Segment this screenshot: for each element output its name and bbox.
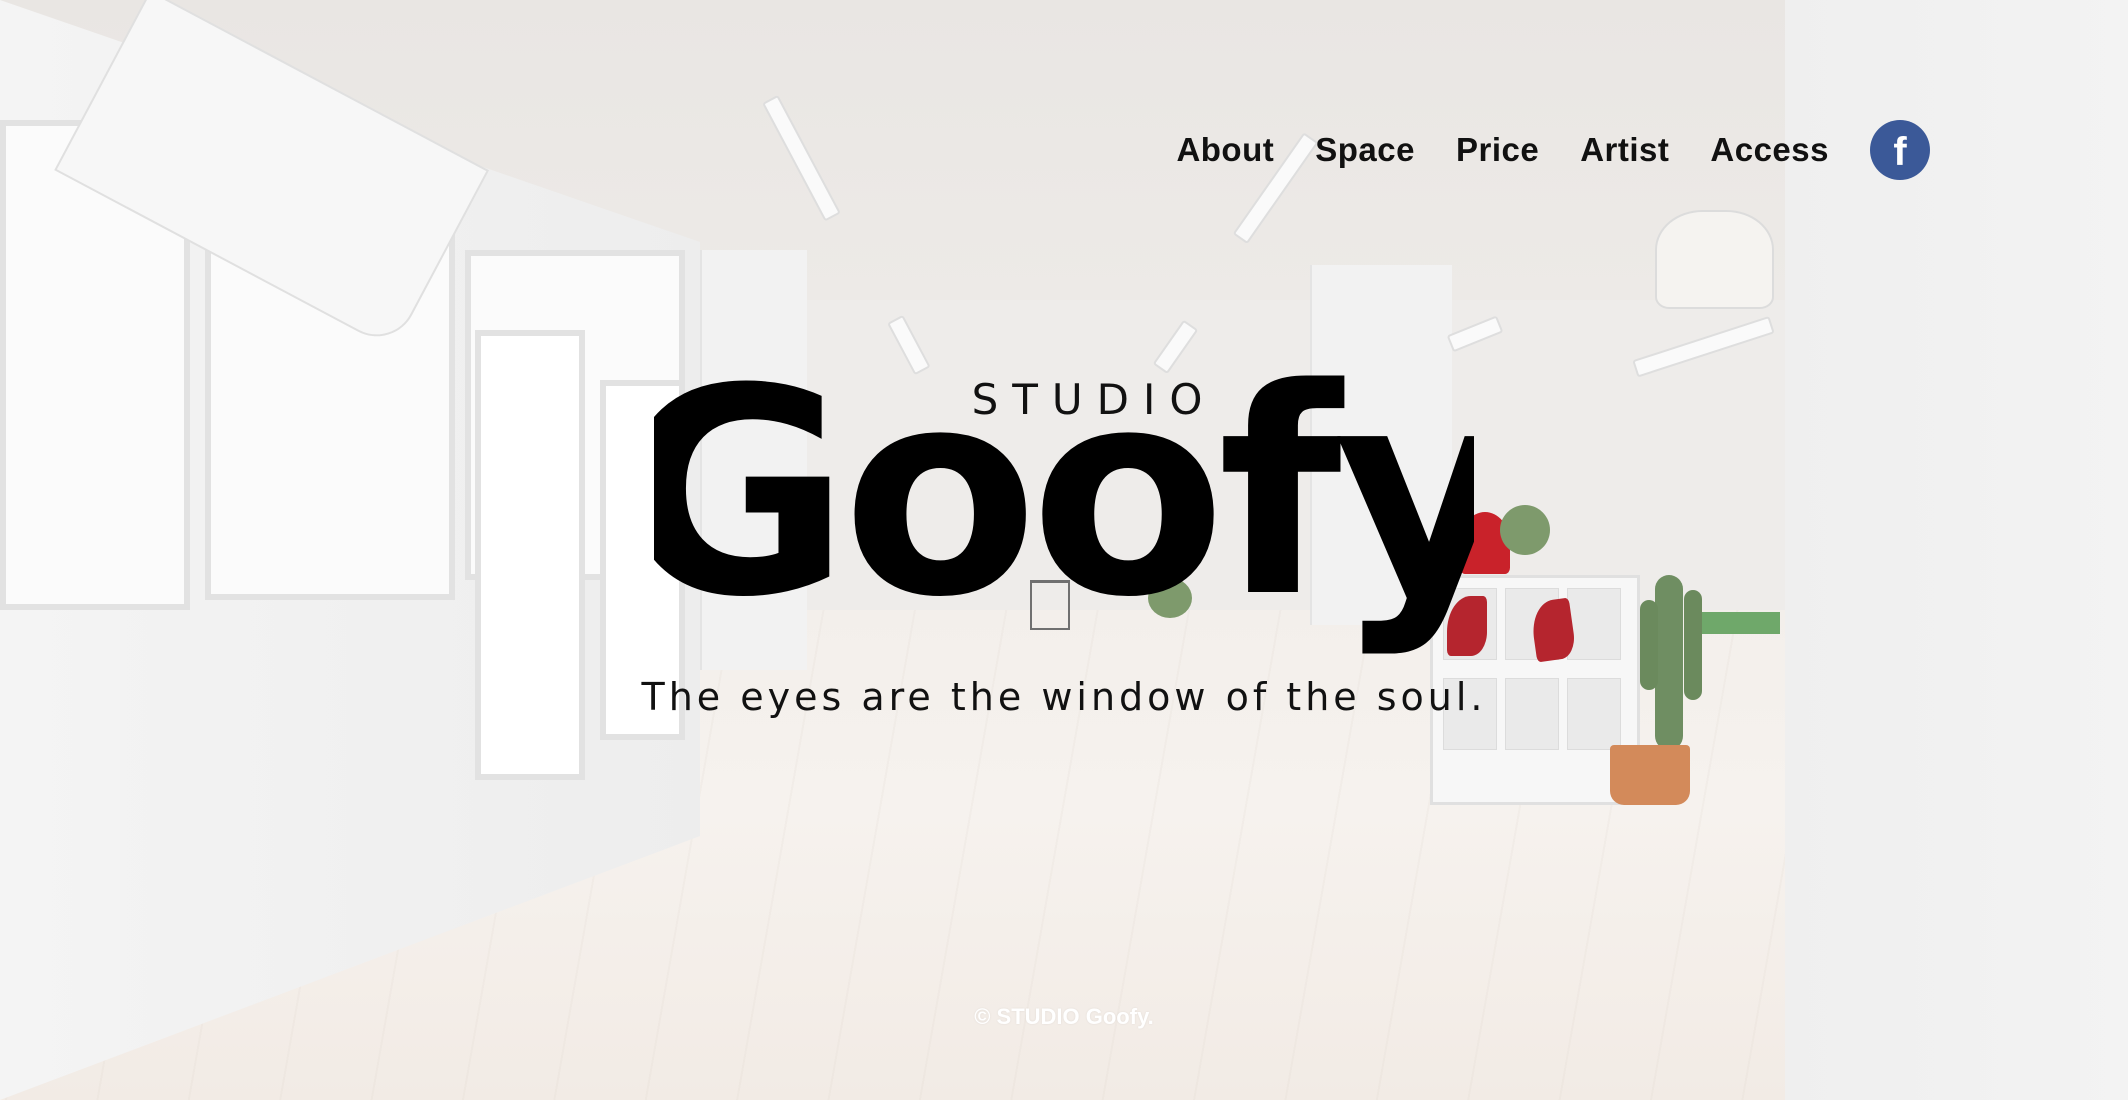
hero-tagline: The eyes are the window of the soul. bbox=[641, 675, 1487, 719]
facebook-button[interactable]: f bbox=[1870, 120, 1930, 180]
footer-copyright: © STUDIO Goofy. bbox=[974, 1004, 1154, 1029]
logo-wordmark: Goofy bbox=[654, 330, 1474, 660]
main-nav: About Space Price Artist Access f bbox=[1176, 120, 1930, 180]
logo-text: Goofy bbox=[654, 330, 1474, 660]
facebook-icon: f bbox=[1893, 130, 1907, 174]
nav-space[interactable]: Space bbox=[1315, 131, 1415, 169]
hero-logo: Goofy bbox=[0, 330, 2128, 660]
nav-about[interactable]: About bbox=[1176, 131, 1274, 169]
nav-price[interactable]: Price bbox=[1456, 131, 1539, 169]
nav-access[interactable]: Access bbox=[1710, 131, 1829, 169]
nav-artist[interactable]: Artist bbox=[1580, 131, 1669, 169]
